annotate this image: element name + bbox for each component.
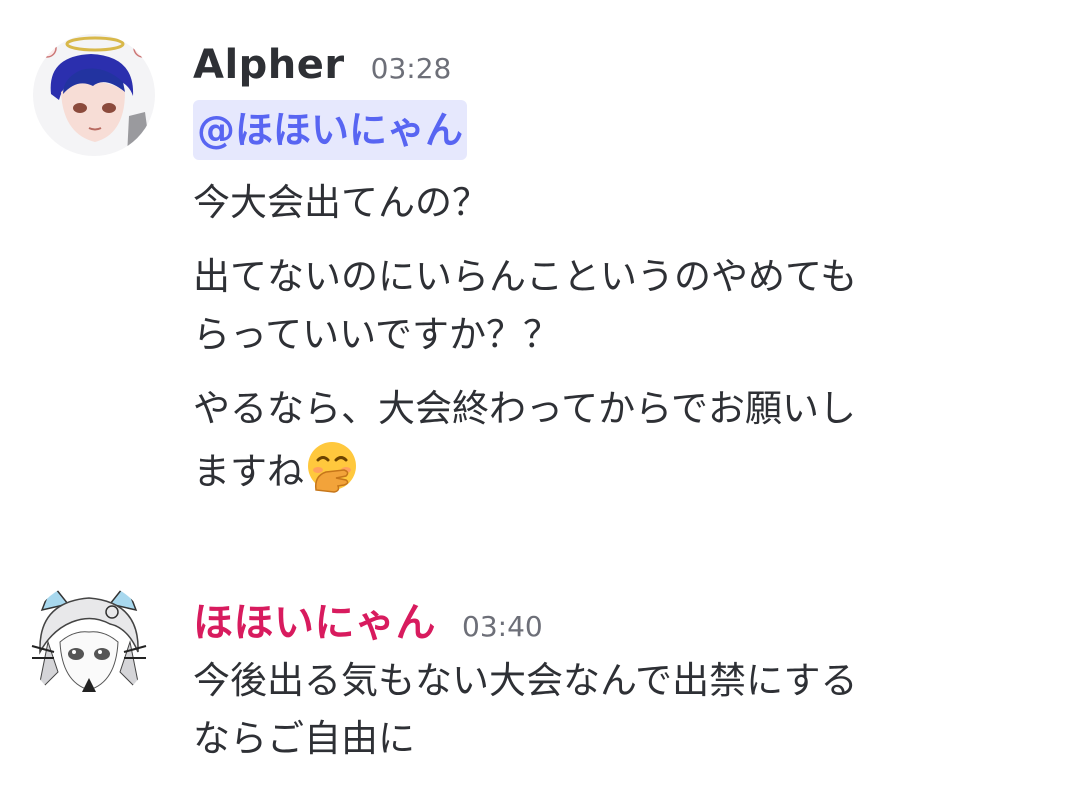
message-line: やるなら、大会終わってからでお願いし [193,387,857,430]
message-content: @ほほいにゃん 今大会出てんの？ 出てないのにいらんこというのやめても らってい… [193,100,1043,501]
face-with-hand-over-mouth-icon [304,438,360,494]
chat-message: Alpher 03:28 @ほほいにゃん 今大会出てんの？ 出てないのにいらんこ… [0,0,1080,540]
chat-message: ほほいにゃん 03:40 今後出る気もない大会なんで出禁にする ならご自由に [0,540,1080,808]
avatar-image-icon [33,34,155,156]
avatar[interactable] [33,34,155,156]
avatar[interactable] [28,582,150,704]
message-content: 今後出る気もない大会なんで出禁にする ならご自由に [193,652,1043,768]
message-text: ますね [193,450,304,493]
avatar-image-icon [28,582,150,704]
username[interactable]: Alpher [193,42,345,88]
message-line: ならご自由に [193,717,415,760]
message-header: Alpher 03:28 [193,42,451,88]
message-line-with-emoji: ますね [193,438,1043,501]
message-line: 出てないのにいらんこというのやめても [193,255,858,298]
message-line: 今大会出てんの？ [193,181,489,224]
user-mention[interactable]: @ほほいにゃん [193,100,468,160]
timestamp: 03:40 [462,610,543,643]
message-line: らっていいですか？？ [193,313,561,356]
timestamp: 03:28 [370,52,452,85]
message-line: 今後出る気もない大会なんで出禁にする [193,659,858,702]
username[interactable]: ほほいにゃん [193,590,436,648]
message-header: ほほいにゃん 03:40 [193,590,543,648]
